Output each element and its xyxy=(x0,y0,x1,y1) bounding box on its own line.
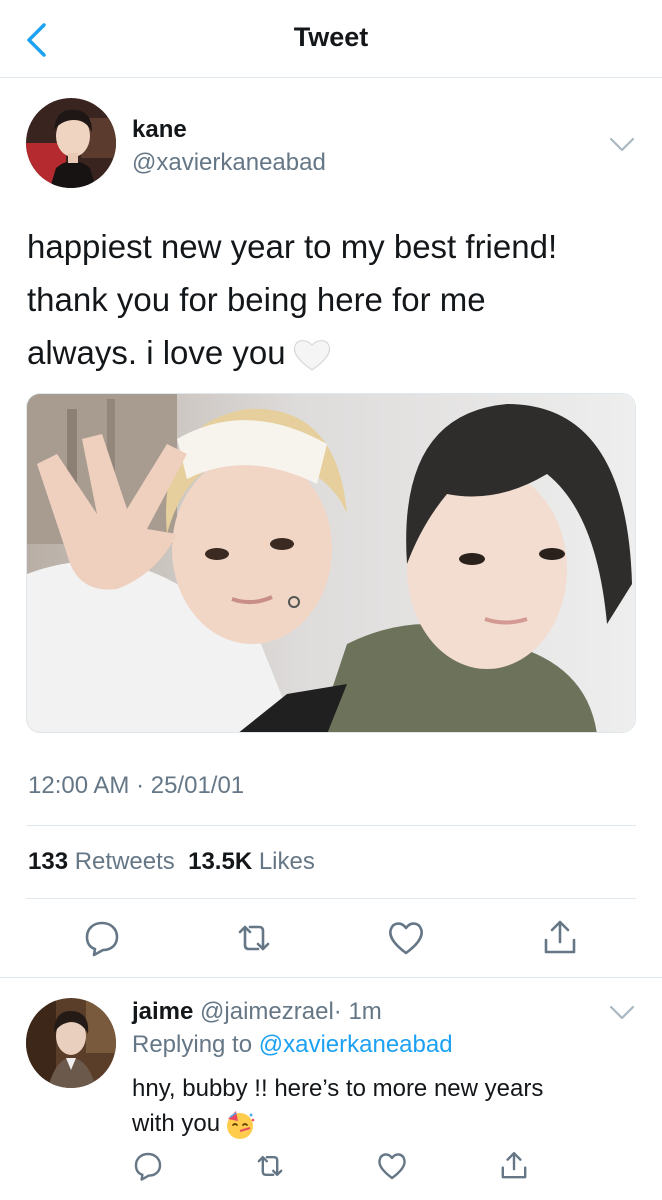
reply-actions xyxy=(26,1150,662,1182)
like-icon[interactable] xyxy=(376,1150,408,1182)
tweet-text-line: happiest new year to my best friend! xyxy=(27,228,558,265)
chevron-down-icon[interactable] xyxy=(608,136,636,154)
retweets-link[interactable]: 133 Retweets xyxy=(28,848,175,875)
retweet-icon[interactable] xyxy=(234,918,274,958)
avatar[interactable] xyxy=(26,998,116,1088)
white-heart-emoji xyxy=(293,340,330,372)
avatar[interactable] xyxy=(26,98,116,188)
tweet-text-line: thank you for being here for me xyxy=(27,281,486,318)
retweets-label: Retweets xyxy=(74,848,175,875)
reply-text-line: hny, bubby !! here’s to more new years xyxy=(132,1075,544,1102)
author-handle[interactable]: @xavierkaneabad xyxy=(132,149,326,177)
reply-header: jaime @jaimezrael· 1m xyxy=(132,998,382,1026)
reply-time: · 1m xyxy=(333,998,382,1025)
tweet-stats: 133 Retweets 13.5K Likes xyxy=(28,848,315,876)
retweets-count: 133 xyxy=(28,848,69,875)
share-icon[interactable] xyxy=(540,918,580,958)
tweet-photo[interactable] xyxy=(26,393,636,733)
tweet-text: happiest new year to my best friend! tha… xyxy=(27,220,632,379)
reply-author-name[interactable]: jaime xyxy=(132,998,193,1025)
divider xyxy=(26,898,636,899)
tweet-author: kane @xavierkaneabad xyxy=(26,98,636,190)
tweet-text-line: always. i love you xyxy=(27,326,632,379)
partying-face-emoji xyxy=(227,1110,255,1139)
reply-text-line: with you xyxy=(132,1106,632,1141)
share-icon[interactable] xyxy=(498,1150,530,1182)
tweet-timestamp: 12:00 AM · 25/01/01 xyxy=(28,772,245,799)
tweet-actions xyxy=(0,918,662,960)
mention-link[interactable]: @xavierkaneabad xyxy=(259,1031,453,1058)
reply-text: hny, bubby !! here’s to more new years w… xyxy=(132,1071,632,1141)
reply-icon[interactable] xyxy=(132,1150,164,1182)
retweet-icon[interactable] xyxy=(254,1150,286,1182)
divider xyxy=(26,825,636,826)
divider xyxy=(0,977,662,978)
page-title: Tweet xyxy=(293,22,369,52)
reply-tweet[interactable]: jaime @jaimezrael· 1m Replying to @xavie… xyxy=(26,998,636,1198)
reply-author-handle[interactable]: @jaimezrael xyxy=(200,998,334,1025)
likes-link[interactable]: 13.5K Likes xyxy=(188,848,315,875)
likes-count: 13.5K xyxy=(188,848,253,875)
top-nav-bar: Tweet xyxy=(0,0,662,78)
like-icon[interactable] xyxy=(386,918,426,958)
chevron-down-icon[interactable] xyxy=(608,1004,636,1022)
reply-icon[interactable] xyxy=(82,918,122,958)
replying-label: Replying to xyxy=(132,1031,253,1058)
likes-label: Likes xyxy=(258,848,315,875)
replying-to: Replying to @xavierkaneabad xyxy=(132,1031,453,1059)
author-name[interactable]: kane xyxy=(132,116,187,144)
